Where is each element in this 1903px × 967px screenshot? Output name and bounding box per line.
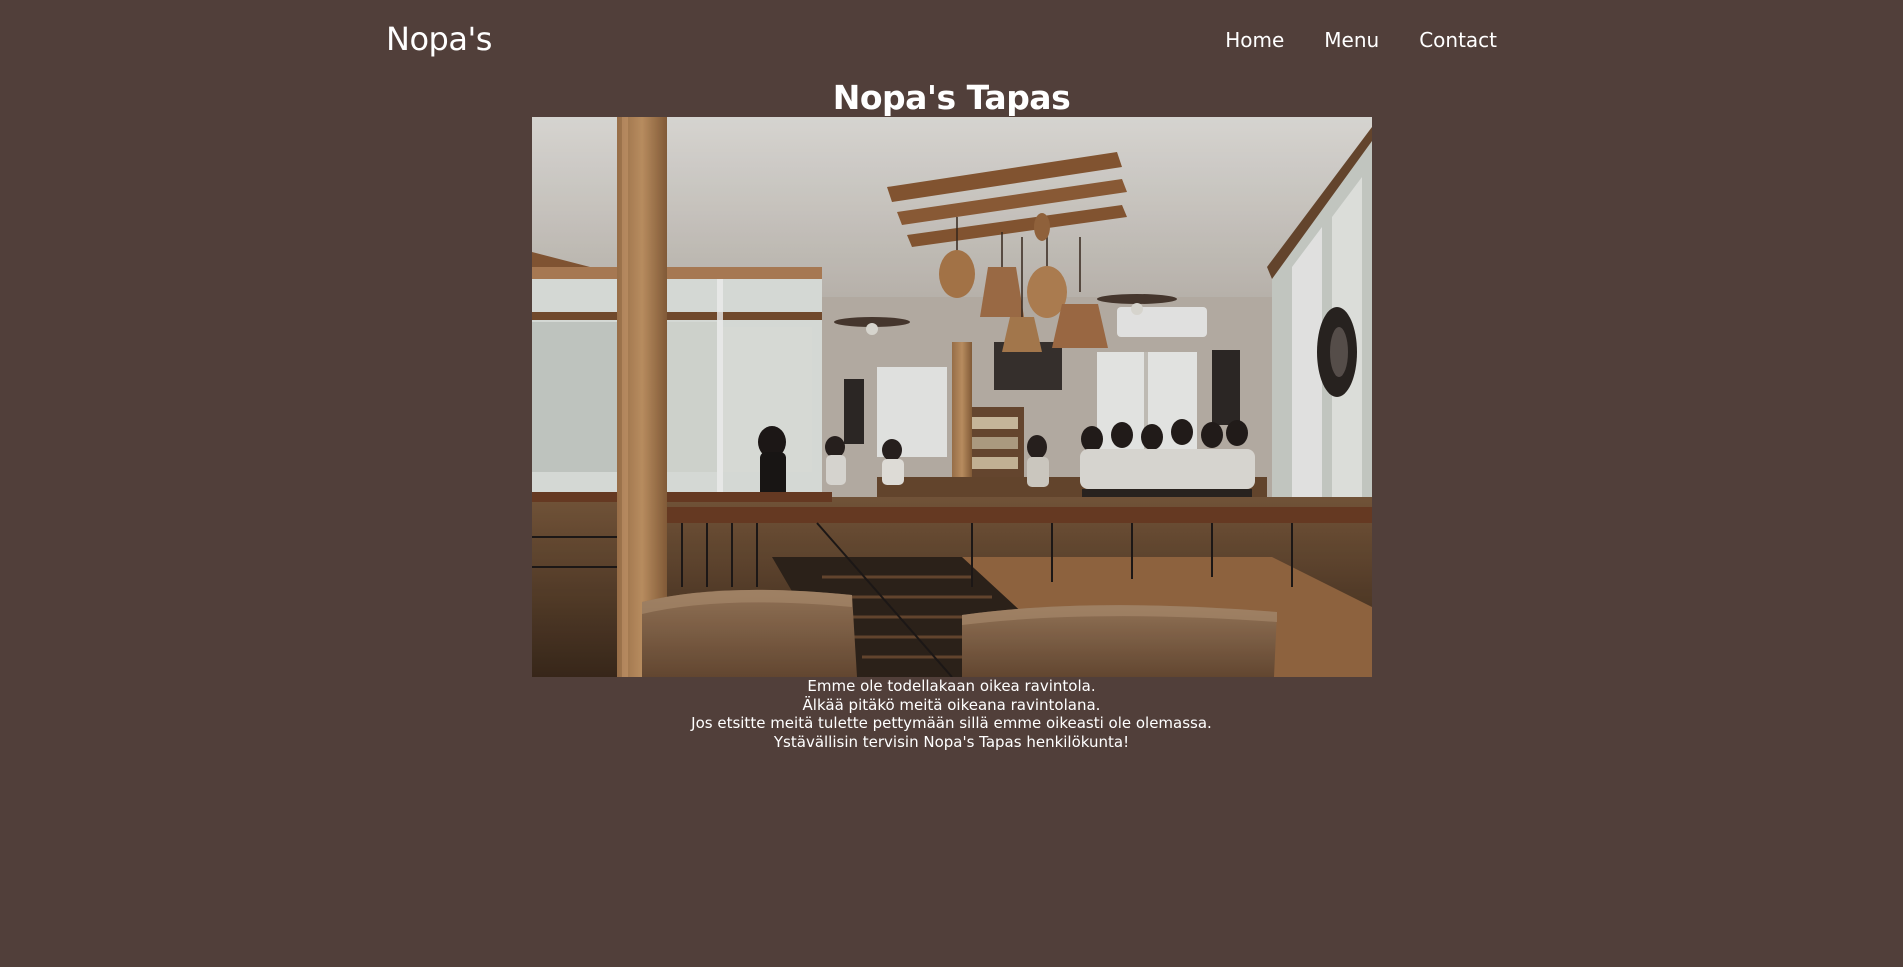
site-header: Nopa's Home Menu Contact: [0, 0, 1903, 78]
nav-home-link[interactable]: Home: [1225, 26, 1284, 54]
brand-logo-link[interactable]: Nopa's: [386, 19, 492, 59]
description-line: Emme ole todellakaan oikea ravintola.: [807, 677, 1096, 695]
description-text: Emme ole todellakaan oikea ravintola. Äl…: [0, 677, 1903, 751]
main-navigation: Home Menu Contact: [1225, 26, 1497, 54]
description-line: Älkää pitäkö meitä oikeana ravintolana.: [802, 695, 1101, 714]
page-title: Nopa's Tapas: [832, 78, 1071, 117]
nav-contact-link[interactable]: Contact: [1419, 26, 1497, 54]
restaurant-interior-photo: [532, 117, 1372, 677]
description-line: Ystävällisin tervisin Nopa's Tapas henki…: [773, 732, 1130, 751]
description-line: Jos etsitte meitä tulette pettymään sill…: [691, 714, 1212, 732]
nav-menu-link[interactable]: Menu: [1324, 26, 1379, 54]
